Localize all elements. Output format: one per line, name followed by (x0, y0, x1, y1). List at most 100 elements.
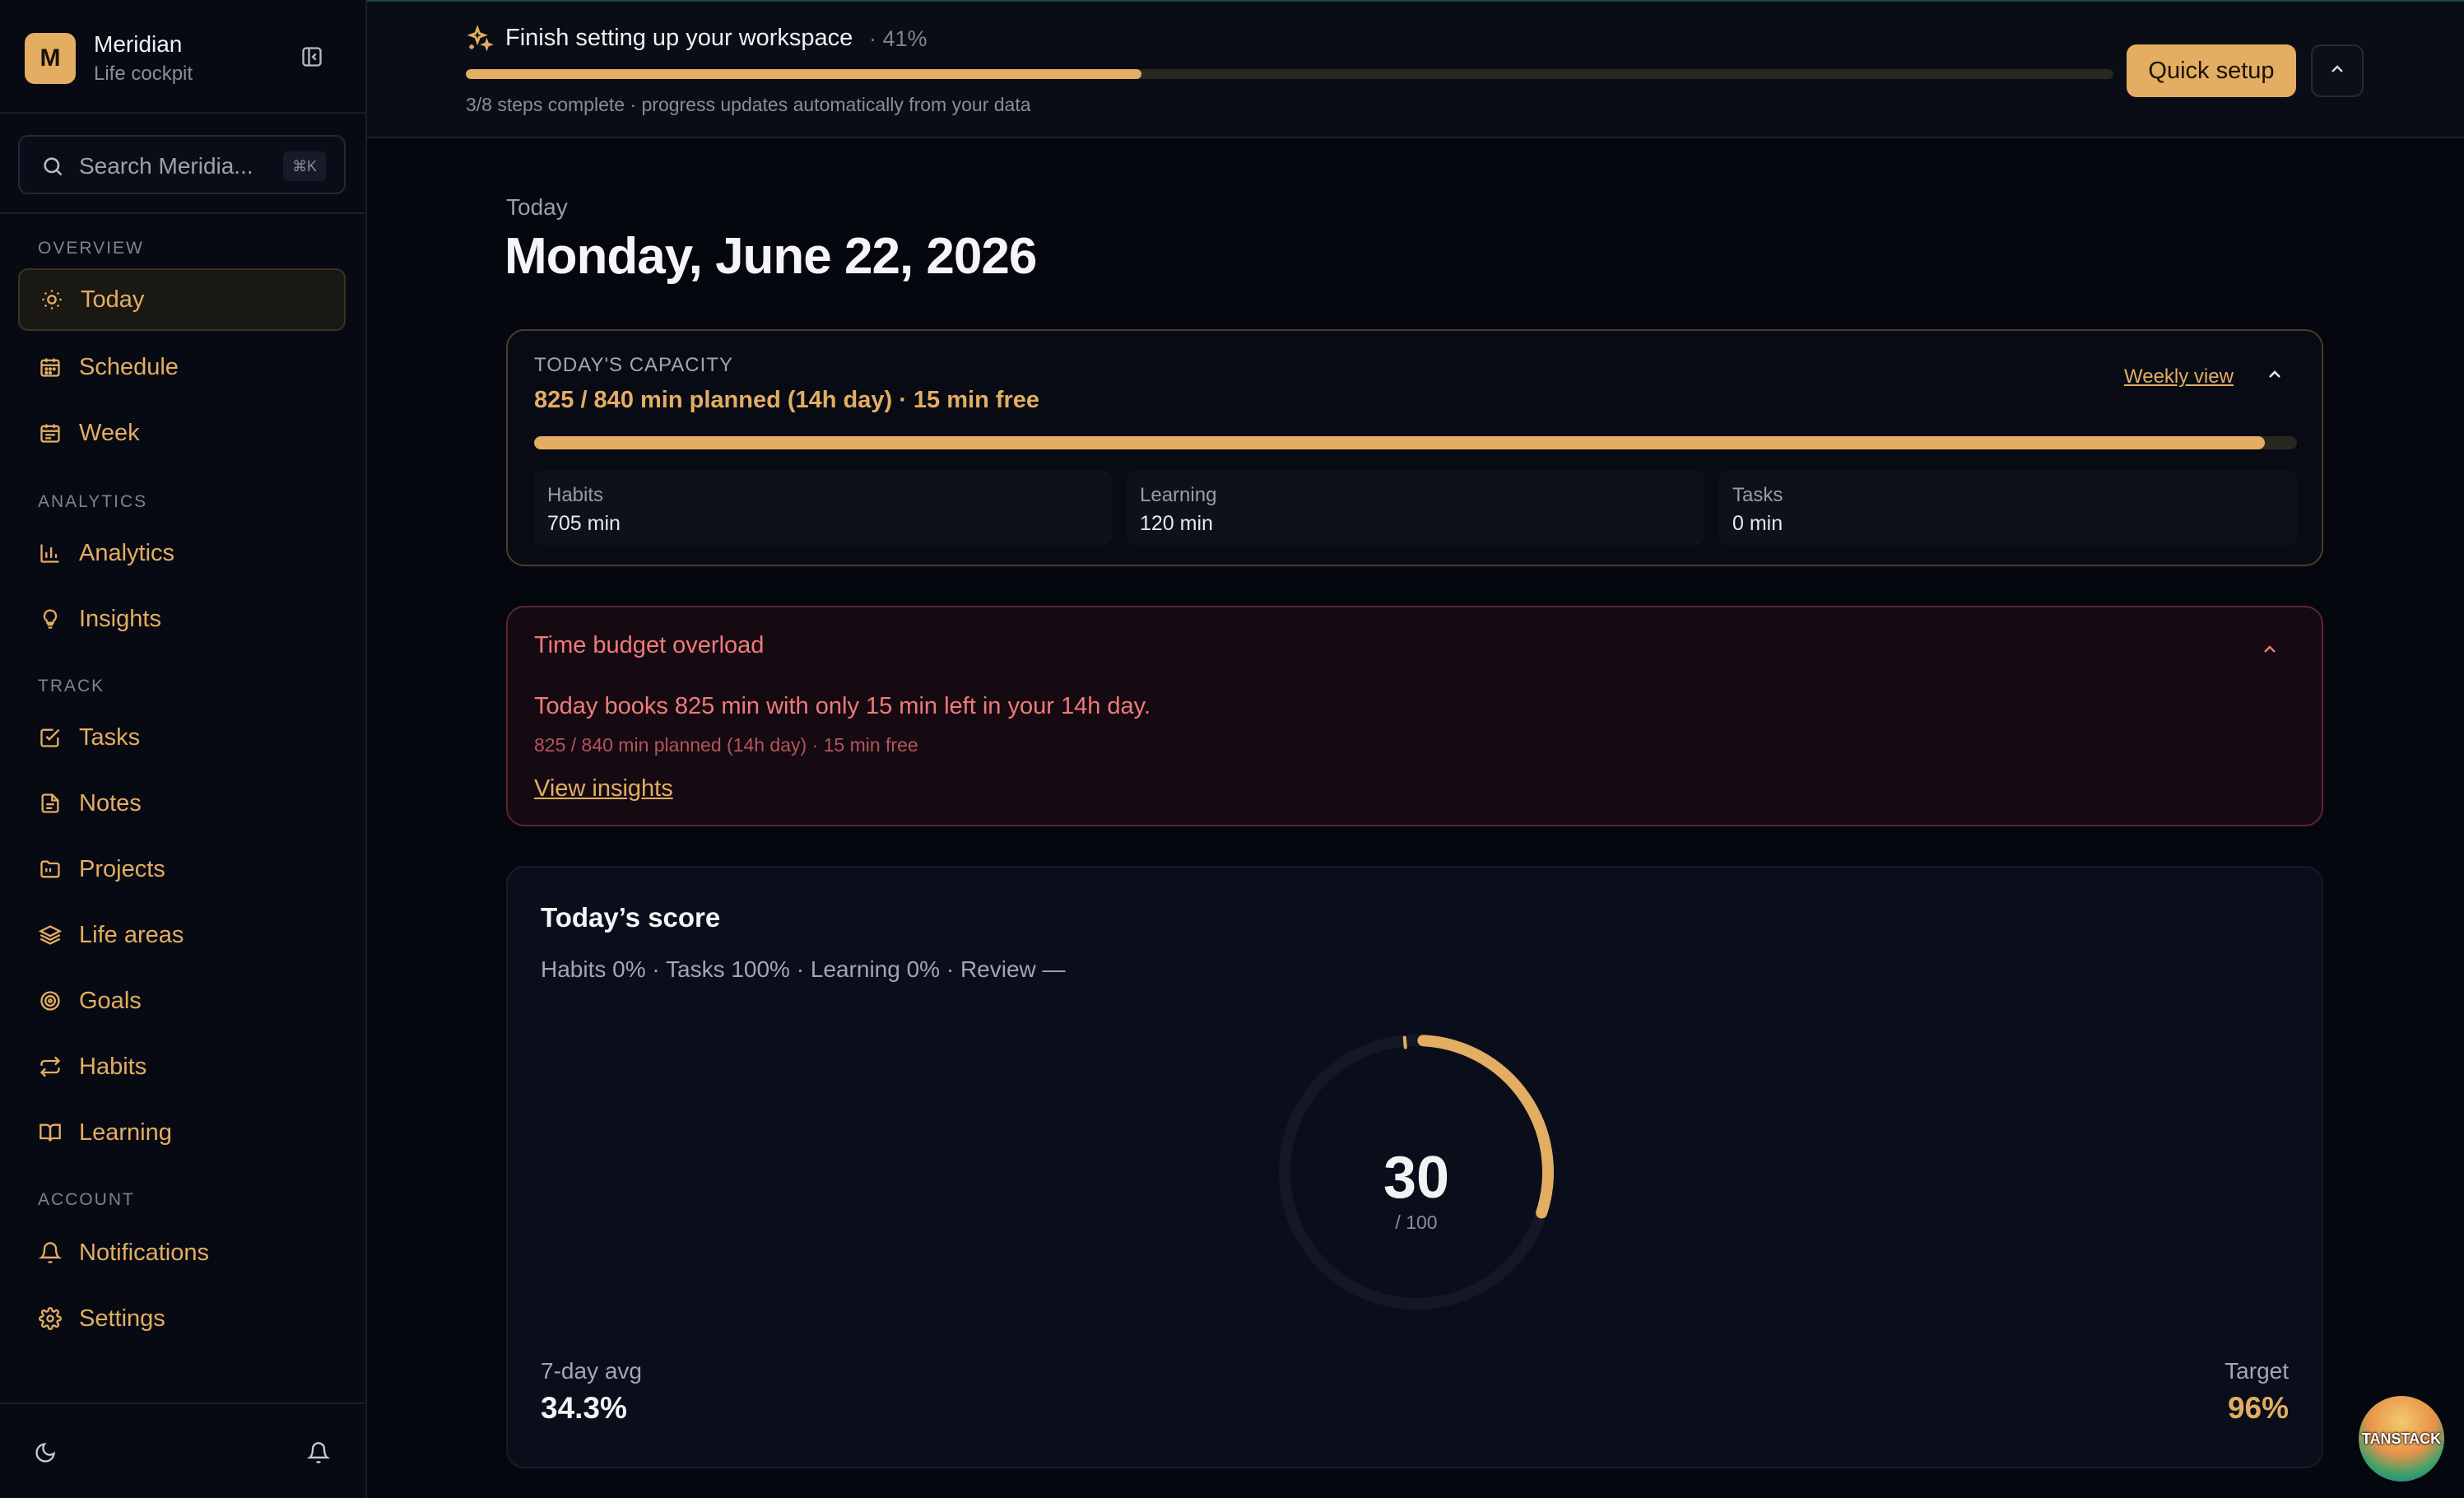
sidebar-item-projects[interactable]: Projects (18, 838, 346, 900)
chevron-up-icon (2327, 59, 2347, 83)
sidebar-item-label: Learning (79, 1119, 172, 1146)
target-label: Target (2225, 1358, 2289, 1384)
chevron-up-icon (2260, 640, 2280, 663)
seven-day-avg-value: 34.3% (541, 1391, 627, 1425)
brand-name: Meridian (94, 31, 183, 57)
search-placeholder: Search Meridia... (79, 153, 253, 179)
setup-banner-subtitle: 3/8 steps complete · progress updates au… (466, 94, 1031, 115)
checkbox-icon (38, 725, 63, 750)
brand-subtitle: Life cockpit (94, 63, 193, 85)
tile-label: Habits (547, 484, 604, 506)
devtools-badge[interactable]: TANSTACK (2359, 1396, 2444, 1482)
tile-label: Tasks (1732, 484, 1783, 506)
calendar-week-icon (38, 421, 63, 445)
capacity-tile-learning: Learning 120 min (1127, 471, 1704, 545)
sparkles-icon (466, 25, 494, 57)
capacity-tile-habits: Habits 705 min (534, 471, 1112, 545)
tile-value: 0 min (1732, 512, 1783, 535)
sidebar: M Meridian Life cockpit Search Meridia..… (0, 0, 367, 1498)
theme-toggle-moon-icon[interactable] (31, 1439, 59, 1467)
capacity-label: TODAY'S CAPACITY (534, 354, 733, 376)
setup-banner: Finish setting up your workspace · 41% 3… (367, 0, 2464, 138)
sidebar-item-learning[interactable]: Learning (18, 1101, 346, 1164)
sidebar-item-label: Analytics (79, 539, 175, 566)
gauge-target-tick (1402, 1035, 1407, 1049)
brand-logo[interactable]: M (25, 33, 76, 84)
sidebar-item-label: Insights (79, 605, 161, 632)
sidebar-item-notifications[interactable]: Notifications (18, 1221, 346, 1284)
sidebar-item-analytics[interactable]: Analytics (18, 522, 346, 584)
devtools-badge-label: TANSTACK (2361, 1430, 2442, 1447)
score-value: 30 (1383, 1145, 1450, 1211)
banner-collapse-button[interactable] (2311, 44, 2364, 97)
setup-progress-bar (466, 69, 2113, 79)
app-root: M Meridian Life cockpit Search Meridia..… (0, 0, 2464, 1498)
sidebar-item-label: Projects (79, 855, 165, 882)
sidebar-item-insights[interactable]: Insights (18, 588, 346, 650)
capacity-collapse-button[interactable] (2262, 364, 2287, 388)
capacity-card: TODAY'S CAPACITY 825 / 840 min planned (… (506, 329, 2323, 566)
weekly-view-link[interactable]: Weekly view (2124, 365, 2234, 388)
sidebar-item-week[interactable]: Week (18, 402, 346, 464)
sidebar-item-label: Week (79, 419, 140, 446)
repeat-icon (38, 1054, 63, 1079)
quick-setup-button[interactable]: Quick setup (2127, 44, 2296, 97)
sidebar-item-label: Life areas (79, 921, 184, 948)
bell-icon (38, 1240, 63, 1265)
sidebar-item-schedule[interactable]: Schedule (18, 336, 346, 398)
search-input[interactable]: Search Meridia... ⌘K (18, 135, 346, 194)
document-icon (38, 791, 63, 816)
gear-icon (38, 1306, 63, 1331)
search-icon (41, 155, 64, 182)
sidebar-item-settings[interactable]: Settings (18, 1287, 346, 1350)
target-icon (38, 989, 63, 1013)
folder-icon (38, 857, 63, 882)
sun-icon (40, 287, 64, 312)
alert-meta: 825 / 840 min planned (14h day) · 15 min… (534, 734, 918, 756)
page-title: Monday, June 22, 2026 (504, 228, 1037, 285)
brand-header: M Meridian Life cockpit (0, 0, 365, 114)
lightbulb-icon (38, 607, 63, 631)
chevron-up-icon (2265, 365, 2285, 388)
sidebar-item-label: Goals (79, 987, 142, 1014)
sidebar-item-label: Settings (79, 1305, 165, 1332)
sidebar-item-habits[interactable]: Habits (18, 1035, 346, 1098)
collapse-sidebar-icon[interactable] (300, 44, 324, 69)
tile-value: 120 min (1140, 512, 1213, 535)
alert-body: Today books 825 min with only 15 min lef… (534, 693, 1151, 719)
seven-day-avg-label: 7-day avg (541, 1358, 642, 1384)
nav-section-overview: OVERVIEW (38, 239, 144, 258)
search-shortcut-badge: ⌘K (283, 151, 326, 181)
score-breakdown: Habits 0% · Tasks 100% · Learning 0% · R… (541, 956, 1066, 982)
time-budget-alert: Time budget overload Today books 825 min… (506, 606, 2323, 826)
sidebar-item-label: Notes (79, 789, 142, 816)
calendar-icon (38, 355, 63, 379)
sidebar-item-life-areas[interactable]: Life areas (18, 904, 346, 966)
divider (0, 212, 365, 214)
setup-banner-title: Finish setting up your workspace (505, 25, 853, 51)
sidebar-item-goals[interactable]: Goals (18, 970, 346, 1032)
view-insights-link[interactable]: View insights (534, 775, 673, 802)
sidebar-item-label: Notifications (79, 1239, 209, 1266)
sidebar-item-label: Schedule (79, 353, 179, 380)
alert-title: Time budget overload (534, 632, 765, 658)
sidebar-item-label: Today (81, 286, 145, 313)
divider (0, 1403, 365, 1404)
alert-collapse-button[interactable] (2257, 639, 2282, 663)
sidebar-item-notes[interactable]: Notes (18, 772, 346, 835)
setup-progress-fill (466, 69, 1141, 79)
setup-banner-percent: · 41% (869, 26, 927, 51)
capacity-progress-fill (534, 436, 2266, 449)
notifications-bell-icon[interactable] (305, 1439, 332, 1467)
book-icon (38, 1120, 63, 1145)
sidebar-item-label: Habits (79, 1053, 147, 1080)
tile-label: Learning (1140, 484, 1217, 506)
layers-icon (38, 923, 63, 947)
capacity-value: 825 / 840 min planned (14h day) · 15 min… (534, 387, 1040, 413)
nav-section-account: ACCOUNT (38, 1190, 135, 1209)
capacity-progress-bar (534, 436, 2297, 449)
sidebar-item-label: Tasks (79, 723, 141, 751)
sidebar-item-today[interactable]: Today (18, 268, 346, 331)
bar-chart-icon (38, 541, 63, 565)
sidebar-item-tasks[interactable]: Tasks (18, 706, 346, 769)
